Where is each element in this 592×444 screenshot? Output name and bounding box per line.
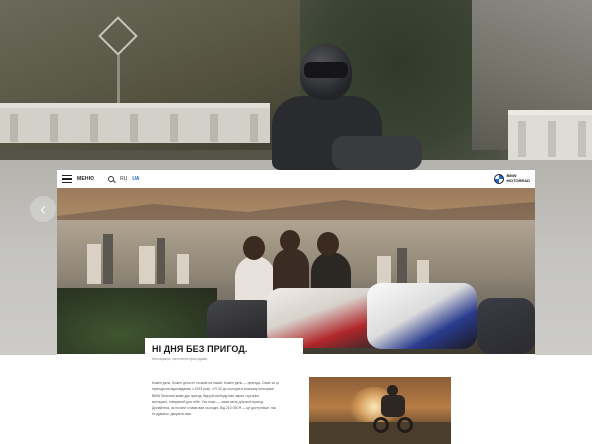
bg-bridge-railing-right	[508, 110, 592, 160]
article-line: ти думаєш, дякуючи нам.	[152, 412, 192, 417]
brand-text: BMW MOTORRAD	[506, 173, 530, 183]
chevron-left-icon[interactable]: ‹	[30, 196, 56, 222]
article-body: Кожен день. Кожен день не схожий на інши…	[152, 380, 300, 418]
bg-motorcyclist	[262, 40, 422, 170]
bg-bridge-railing-left	[0, 103, 270, 143]
language-ua[interactable]: UA	[132, 176, 139, 182]
headline-box: НІ ДНЯ БЕЗ ПРИГОД. Мотоцикли, натхненні …	[145, 338, 303, 368]
rider-silhouette	[373, 385, 413, 437]
menu-label[interactable]: МЕНЮ	[77, 176, 94, 182]
article-thumbnail[interactable]	[309, 377, 451, 444]
page-title: НІ ДНЯ БЕЗ ПРИГОД.	[152, 344, 248, 354]
search-icon[interactable]	[108, 175, 115, 183]
motorcycle	[367, 283, 477, 349]
page-subtitle: Мотоцикли, натхненні пригодами.	[152, 357, 209, 361]
article: НІ ДНЯ БЕЗ ПРИГОД. Мотоцикли, натхненні …	[57, 338, 535, 444]
bg-sign-pole	[117, 55, 120, 105]
top-navigation: МЕНЮ RU UA BMW MOTORRAD	[57, 170, 535, 188]
hamburger-icon[interactable]	[62, 175, 72, 183]
language-ru[interactable]: RU	[120, 176, 127, 182]
motorcycle	[477, 298, 535, 354]
brand[interactable]: BMW MOTORRAD	[493, 173, 530, 184]
page-card: МЕНЮ RU UA BMW MOTORRAD НІ ДНЯ БЕЗ ПРИГО…	[57, 170, 535, 444]
bmw-roundel-logo	[493, 174, 504, 184]
hero-image	[57, 188, 535, 354]
